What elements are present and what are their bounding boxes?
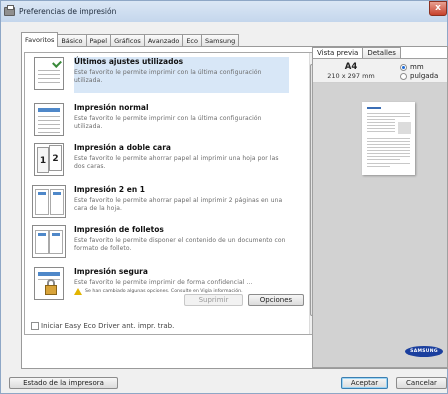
unit-inch-radio[interactable]	[400, 72, 407, 80]
favorite-title: Impresión 2 en 1	[74, 185, 145, 194]
favorite-description: Este favorito le permite ahorrar papel a…	[74, 155, 279, 170]
preview-page-thumbnail	[362, 102, 415, 175]
tab-favorites[interactable]: Favoritos	[21, 32, 59, 47]
easy-eco-checkbox[interactable]	[31, 322, 39, 330]
favorite-description: Este favorito le permite imprimir con la…	[74, 69, 262, 84]
favorite-description: Este favorito le permite ahorrar papel a…	[74, 197, 283, 212]
favorite-item-duplex[interactable]: 1 2 Impresión a doble cara Este favorito…	[25, 140, 308, 181]
favorite-description: Este favorito le permite imprimir con la…	[74, 115, 262, 130]
close-button[interactable]: x	[429, 1, 447, 16]
unit-mm-radio[interactable]	[400, 63, 407, 71]
favorite-title: Impresión a doble cara	[74, 143, 171, 152]
favorites-list: Últimos ajustes utilizados Este favorito…	[24, 52, 319, 335]
accept-button[interactable]: Aceptar	[341, 377, 388, 389]
print-preferences-window: Preferencias de impresión x Favoritos Bá…	[0, 0, 448, 394]
options-button[interactable]: Opciones	[248, 294, 304, 306]
paper-dimensions: 210 x 297 mm	[327, 72, 375, 80]
booklet-icon	[32, 225, 66, 258]
duplex-pages-icon: 1 2	[34, 143, 64, 176]
secure-print-lock-icon	[34, 267, 64, 300]
two-pages-per-sheet-icon	[32, 185, 66, 218]
document-icon	[34, 103, 64, 136]
window-title: Preferencias de impresión	[19, 7, 117, 16]
favorite-title: Impresión segura	[74, 267, 148, 276]
printer-status-button[interactable]: Estado de la impresora	[9, 377, 118, 389]
favorites-panel: Últimos ajustes utilizados Este favorito…	[21, 46, 448, 369]
delete-button[interactable]: Suprimir	[184, 294, 243, 306]
favorite-item-normal[interactable]: Impresión normal Este favorito le permit…	[25, 100, 308, 141]
favorite-item-booklet[interactable]: Impresión de folletos Este favorito le p…	[25, 222, 308, 263]
favorite-item-2in1[interactable]: Impresión 2 en 1 Este favorito le permit…	[25, 182, 308, 223]
easy-eco-label: Iniciar Easy Eco Driver ant. impr. trab.	[41, 322, 175, 330]
unit-mm-label: mm	[410, 63, 424, 71]
favorite-description: Este favorito le permite disponer el con…	[74, 237, 286, 252]
printer-icon	[4, 5, 15, 16]
favorite-title: Impresión normal	[74, 103, 149, 112]
print-preview-area: A4 210 x 297 mm mm pulgada SAMSUNG	[312, 58, 448, 368]
samsung-logo: SAMSUNG	[405, 346, 443, 357]
unit-inch-label: pulgada	[410, 72, 439, 80]
title-bar: Preferencias de impresión x	[1, 1, 447, 22]
favorite-description: Este favorito le permite imprimir de for…	[74, 279, 253, 286]
warning-icon	[74, 287, 82, 295]
favorite-item-last-settings[interactable]: Últimos ajustes utilizados Este favorito…	[25, 54, 308, 95]
warning-text: Se han cambiado algunas opciones. Consul…	[85, 288, 243, 294]
paper-size-label: A4	[344, 62, 358, 72]
cancel-button[interactable]: Cancelar	[396, 377, 447, 389]
favorite-title: Impresión de folletos	[74, 225, 164, 234]
document-check-icon	[34, 57, 64, 90]
favorite-title: Últimos ajustes utilizados	[74, 57, 184, 66]
